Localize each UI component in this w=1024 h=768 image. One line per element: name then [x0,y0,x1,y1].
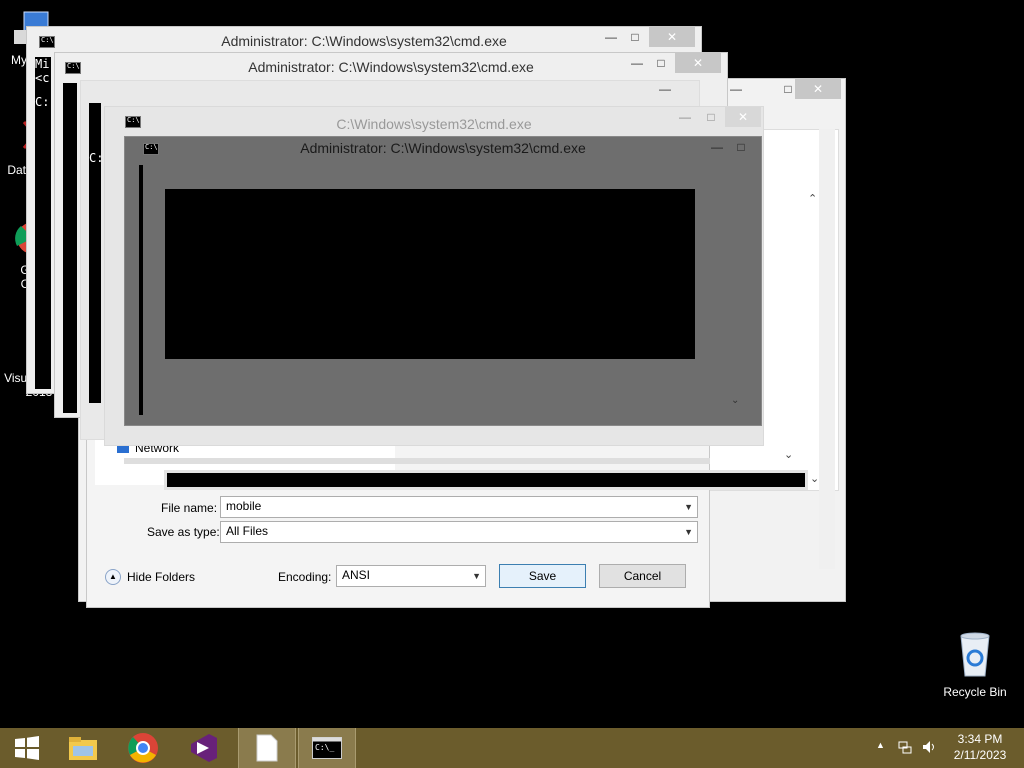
close-button[interactable]: ✕ [675,53,721,73]
window-title: Administrator: C:\Windows\system32\cmd.e… [300,140,586,156]
title-bar[interactable]: Administrator: C:\Windows\system32\cmd.e… [55,53,727,81]
cancel-button[interactable]: Cancel [599,564,686,588]
console-output[interactable] [165,189,695,359]
clock-date: 2/11/2023 [953,748,1007,762]
taskbar-visual-studio[interactable] [176,728,230,768]
taskbar-chrome[interactable] [116,728,170,768]
document-icon [256,734,278,762]
save-as-type-value: All Files [226,524,269,538]
scroll-down-arrow[interactable]: ⌄ [784,448,793,461]
chevron-down-icon[interactable]: ▼ [684,502,693,512]
console-line: Mi [35,57,50,71]
desktop-icon-recycle-bin[interactable]: Recycle Bin [938,630,1012,699]
volume-icon[interactable] [922,740,938,754]
taskbar: C:\_ ▲ 3:34 PM 2/11/2023 [0,728,1024,768]
encoding-value: ANSI [342,568,371,582]
desktop-icon-label: Recycle Bin [943,685,1007,699]
maximize-button[interactable]: □ [731,137,751,157]
save-as-type-label: Save as type: [147,525,220,539]
taskbar-cmd[interactable]: C:\_ [298,728,356,768]
save-button[interactable]: Save [499,564,586,588]
encoding-select[interactable]: ANSI ▼ [336,565,486,587]
scroll-up-arrow[interactable]: ⌃ [808,192,817,205]
chevron-up-icon: ▲ [105,569,121,585]
console-output[interactable]: C: [89,103,104,403]
minimize-button[interactable]: — [707,137,727,157]
maximize-button[interactable]: □ [625,27,645,47]
show-hidden-icons[interactable]: ▲ [876,740,885,750]
ghost-frame [164,470,808,490]
title-bar[interactable]: Administrator: C:\Windows\system32\cmd.e… [125,137,761,161]
maximize-button[interactable]: □ [701,107,721,127]
hide-folders-label: Hide Folders [127,570,196,584]
file-name-input[interactable]: mobile ▼ [220,496,698,518]
close-button[interactable]: ✕ [795,79,841,99]
save-as-type-select[interactable]: All Files ▼ [220,521,698,543]
window-title: Administrator: C:\Windows\system32\cmd.e… [221,33,507,49]
minimize-button[interactable]: — [655,79,675,99]
cmd-icon: C:\_ [312,737,342,759]
clock-time: 3:34 PM [957,732,1003,746]
taskbar-file-explorer[interactable] [56,728,110,768]
chevron-down-icon[interactable]: ▼ [472,571,481,581]
console-output[interactable]: Mi <c C: [35,57,51,389]
taskbar-notepad[interactable] [238,728,296,768]
chrome-icon [128,733,158,763]
close-button[interactable]: ✕ [649,27,695,47]
svg-text:C:\_: C:\_ [315,743,334,752]
cmd-window-front[interactable]: Administrator: C:\Windows\system32\cmd.e… [124,136,762,426]
minimize-button[interactable]: — [675,107,695,127]
file-name-value: mobile [226,499,262,513]
title-bar[interactable]: Administrator: C:\Windows\system32\cmd.e… [27,27,701,55]
minimize-button[interactable]: — [601,27,621,47]
minimize-button[interactable]: — [627,53,647,73]
recycle-bin-icon [960,632,990,677]
visual-studio-icon [191,734,217,762]
vertical-scrollbar[interactable] [819,129,835,569]
console-line: <c [35,71,50,85]
hide-folders-toggle[interactable]: ▲ Hide Folders [105,569,195,585]
window-title: C:\Windows\system32\cmd.exe [336,116,532,132]
scroll-down-arrow[interactable]: ⌄ [810,472,819,485]
clock[interactable]: 3:34 PM 2/11/2023 [944,732,1016,762]
network-icon[interactable] [898,740,912,754]
close-button[interactable]: ✕ [725,107,761,127]
folder-icon [69,737,97,760]
scroll-down-arrow[interactable]: ⌄ [731,395,739,406]
maximize-button[interactable]: □ [651,53,671,73]
title-bar[interactable]: C:\Windows\system32\cmd.exe — □ ✕ [105,107,763,135]
console-output[interactable] [63,83,77,413]
start-button[interactable] [0,728,54,768]
console-line: C: [89,151,104,165]
chevron-down-icon[interactable]: ▼ [684,527,693,537]
console-line: C: [35,95,50,109]
encoding-label: Encoding: [278,570,332,584]
windows-logo-icon [15,736,39,760]
file-name-label: File name: [161,501,218,515]
window-frame [139,165,143,415]
ghost-frame [124,458,710,464]
